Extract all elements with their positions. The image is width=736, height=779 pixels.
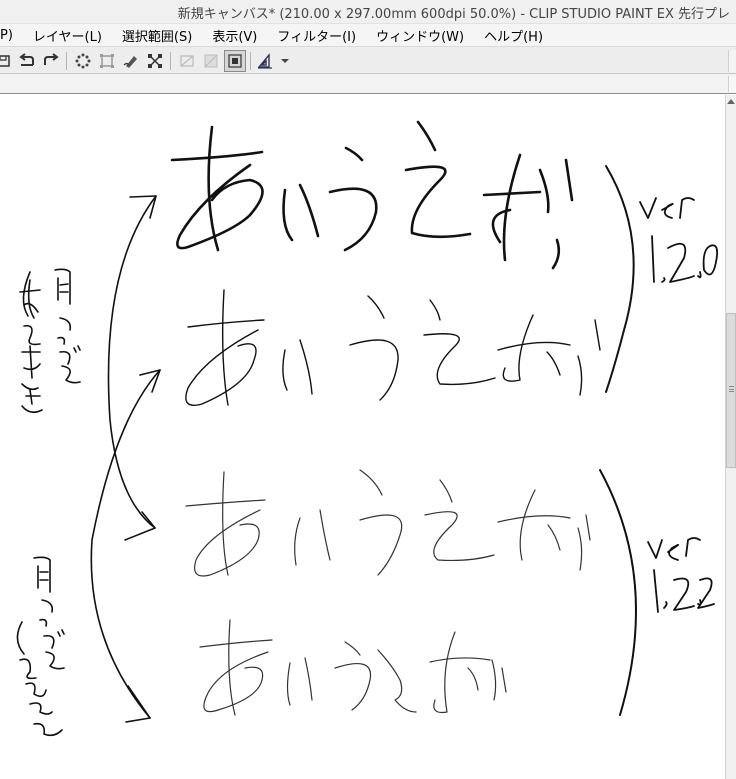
version-label-1 — [639, 197, 719, 283]
scroll-up-arrow-icon[interactable] — [726, 95, 736, 107]
crop-icon[interactable] — [96, 50, 118, 72]
row3-strokes — [185, 469, 591, 577]
vertical-scrollbar[interactable] — [725, 95, 736, 779]
version-bracket-1 — [605, 165, 635, 393]
property-bar-grip[interactable] — [728, 76, 736, 92]
version-label-2 — [647, 537, 715, 613]
toolbar-separator — [66, 52, 67, 70]
scrollbar-grip-icon — [729, 386, 734, 392]
save-icon[interactable] — [0, 50, 14, 72]
row1-strokes — [170, 120, 574, 270]
row4-strokes — [199, 619, 507, 716]
window-title: 新規キャンバス* (210.00 x 297.00mm 600dpi 50.0%… — [177, 7, 730, 22]
tool-property-bar — [0, 74, 736, 94]
menu-item-window[interactable]: ウィンドウ(W) — [366, 26, 474, 45]
menu-item-partial[interactable]: P) — [0, 28, 23, 43]
toolbar-grip[interactable] — [728, 50, 736, 72]
menu-item-layer[interactable]: レイヤー(L) — [23, 26, 112, 45]
drawing-canvas[interactable] — [0, 95, 725, 779]
version-bracket-2 — [599, 469, 637, 716]
menu-item-view[interactable]: 表示(V) — [202, 26, 267, 45]
title-bar: 新規キャンバス* (210.00 x 297.00mm 600dpi 50.0%… — [0, 0, 736, 24]
row2-strokes — [185, 289, 601, 406]
disabled-fill-icon[interactable] — [200, 50, 222, 72]
menu-item-help[interactable]: ヘルプ(H) — [474, 26, 553, 45]
undo-icon[interactable] — [16, 50, 38, 72]
left-note-2 — [16, 556, 65, 737]
menu-item-filter[interactable]: フィルター(I) — [267, 26, 366, 45]
menu-item-selection[interactable]: 選択範囲(S) — [112, 26, 202, 45]
toolbar-separator — [250, 52, 251, 70]
menu-bar: P) レイヤー(L) 選択範囲(S) 表示(V) フィルター(I) ウィンドウ(… — [0, 24, 736, 46]
disabled-clear-icon[interactable] — [176, 50, 198, 72]
left-note-1 — [19, 268, 81, 414]
pen-edit-icon[interactable] — [120, 50, 142, 72]
ruler-icon[interactable] — [256, 50, 292, 72]
left-arrows — [90, 195, 161, 723]
redo-icon[interactable] — [40, 50, 62, 72]
command-toolbar — [0, 46, 736, 74]
transform-icon[interactable] — [144, 50, 166, 72]
toolbar-separator — [170, 52, 171, 70]
selection-dots-icon[interactable] — [72, 50, 94, 72]
scrollbar-thumb[interactable] — [726, 313, 736, 468]
selection-frame-icon[interactable] — [224, 50, 246, 72]
